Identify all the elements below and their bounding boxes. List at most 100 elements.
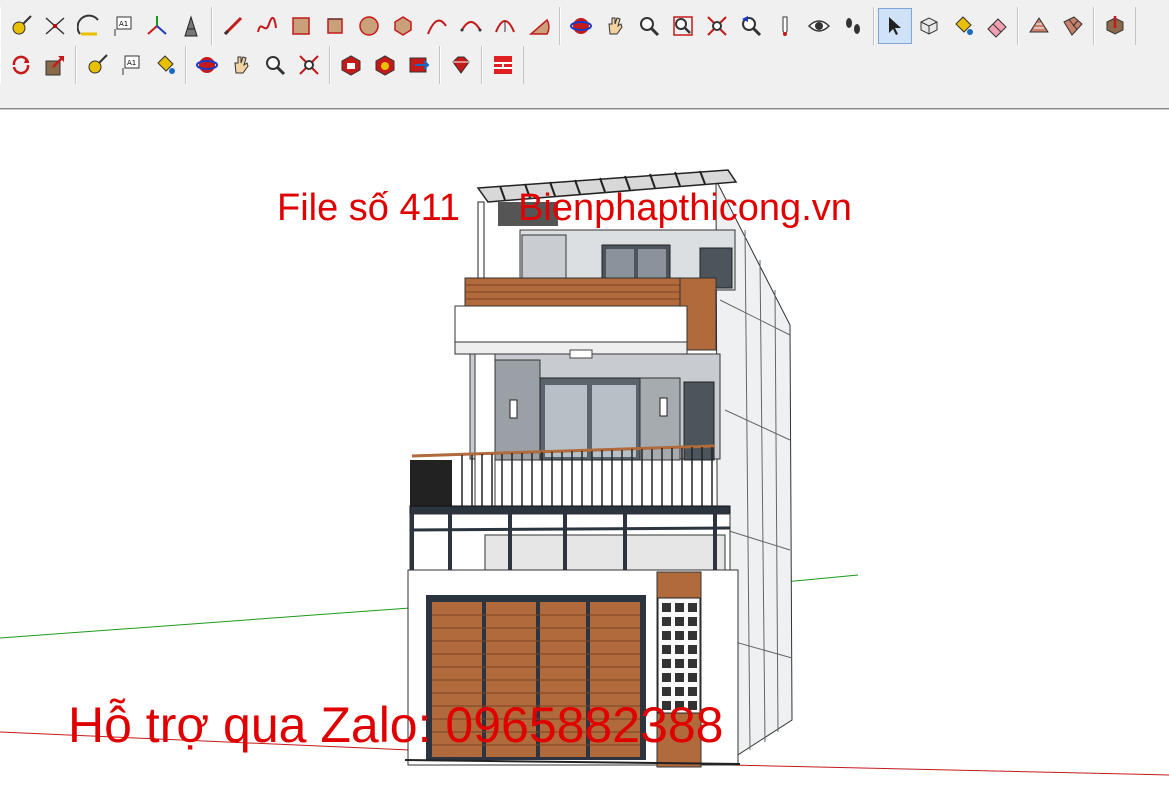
text-tool-button[interactable]: A1 — [114, 47, 148, 83]
file-watermark: File số 411 Bienphapthicong.vn — [277, 187, 852, 230]
toolbar-area: A1 A1 — [0, 0, 1169, 109]
text-icon: A1 — [122, 55, 140, 75]
model-viewport[interactable]: File số 411 Bienphapthicong.vn Hỗ trợ qua… — [0, 110, 1169, 800]
balcony-rail-left — [410, 460, 452, 508]
3d-warehouse-tool-button[interactable] — [334, 47, 368, 83]
toolbar-row-2: A1 — [0, 45, 524, 85]
polygon-tool-button[interactable] — [386, 8, 420, 44]
svg-text:A1: A1 — [127, 59, 136, 67]
text-tool-button[interactable]: A1 — [106, 8, 140, 44]
layout-tool-button[interactable] — [486, 47, 520, 83]
orbit-tool-button[interactable] — [190, 47, 224, 83]
eraser-tool-button[interactable] — [980, 8, 1014, 44]
paint-bucket-icon — [955, 16, 973, 35]
export-tool-button[interactable] — [1098, 8, 1132, 44]
row2-group-4 — [330, 46, 440, 84]
row2-group-2: A1 — [76, 46, 186, 84]
sandbox-from-scratch-icon — [1063, 16, 1083, 36]
row2-group-1 — [0, 46, 76, 84]
make-component-tool-button[interactable] — [912, 8, 946, 44]
axes-icon — [147, 16, 167, 35]
zoom-extents-icon — [299, 55, 319, 75]
extension-warehouse-tool-button[interactable] — [402, 47, 436, 83]
position-camera-tool-button[interactable] — [768, 8, 802, 44]
sandbox-from-contours-icon — [1029, 17, 1049, 33]
pie-icon — [529, 18, 550, 35]
pan-hand-icon — [234, 56, 249, 74]
zalo-watermark: Hỗ trợ qua Zalo: 0965882388 — [68, 697, 724, 753]
zoom-icon — [640, 17, 660, 37]
zoom-extents-icon — [707, 16, 727, 36]
look-around-eye-tool-button[interactable] — [802, 8, 836, 44]
make-component-icon — [920, 17, 938, 35]
text-icon: A1 — [114, 16, 132, 36]
dimension-tool-button[interactable] — [38, 8, 72, 44]
orbit-tool-button[interactable] — [564, 8, 598, 44]
dimension-icon — [45, 17, 65, 35]
circle-tool-button[interactable] — [352, 8, 386, 44]
previous-view-icon — [742, 16, 762, 37]
3d-text-tool-button[interactable] — [174, 8, 208, 44]
row1-group-6 — [1094, 7, 1136, 45]
pan-hand-tool-button[interactable] — [598, 8, 632, 44]
3d-warehouse-icon — [341, 55, 361, 76]
rotate-arrows-icon — [12, 55, 30, 75]
green-axis-left — [0, 607, 411, 639]
paint-bucket-icon — [157, 55, 175, 74]
sandbox-from-contours-tool-button[interactable] — [1022, 8, 1056, 44]
protractor-tool-button[interactable] — [72, 8, 106, 44]
paint-bucket-tool-button[interactable] — [148, 47, 182, 83]
push-pull-tool-button[interactable] — [38, 47, 72, 83]
row2-group-6 — [482, 46, 524, 84]
ruby-console-tool-button[interactable] — [444, 47, 478, 83]
zoom-icon — [266, 56, 286, 76]
pan-hand-tool-button[interactable] — [224, 47, 258, 83]
balcony-slab — [409, 505, 731, 515]
tape-measure-tool-button[interactable] — [4, 8, 38, 44]
zoom-window-icon — [673, 16, 693, 36]
two-point-arc-tool-button[interactable] — [454, 8, 488, 44]
row1-group-4 — [874, 7, 1018, 45]
paint-bucket-tool-button[interactable] — [946, 8, 980, 44]
zoom-extents-tool-button[interactable] — [292, 47, 326, 83]
pie-tool-button[interactable] — [522, 8, 556, 44]
zoom-tool-button[interactable] — [258, 47, 292, 83]
row1-group-3 — [560, 7, 874, 45]
zoom-extents-tool-button[interactable] — [700, 8, 734, 44]
circle-icon — [359, 16, 379, 36]
tape-measure-icon — [88, 54, 108, 74]
toolbar-row-1: A1 — [0, 6, 1136, 46]
polygon-icon — [394, 16, 412, 36]
orbit-icon — [570, 18, 592, 34]
row2-group-5 — [440, 46, 482, 84]
red-axis-right — [729, 764, 1169, 776]
layout-icon — [494, 56, 512, 74]
row1-group-5 — [1018, 7, 1094, 45]
orbit-icon — [196, 57, 218, 73]
previous-view-tool-button[interactable] — [734, 8, 768, 44]
tape-measure-tool-button[interactable] — [80, 47, 114, 83]
site-label: Bienphapthicong.vn — [518, 187, 852, 229]
share-model-tool-button[interactable] — [368, 47, 402, 83]
three-point-arc-tool-button[interactable] — [488, 8, 522, 44]
arc-tool-button[interactable] — [420, 8, 454, 44]
select-arrow-tool-button[interactable] — [878, 8, 912, 44]
two-point-arc-icon — [460, 21, 482, 32]
walk-footprints-tool-button[interactable] — [836, 8, 870, 44]
pan-hand-icon — [608, 17, 623, 35]
axes-tool-button[interactable] — [140, 8, 174, 44]
zoom-window-tool-button[interactable] — [666, 8, 700, 44]
row1-group-2 — [212, 7, 560, 45]
sandbox-from-scratch-tool-button[interactable] — [1056, 8, 1090, 44]
share-model-icon — [375, 55, 395, 76]
rectangle-tool-button[interactable] — [284, 8, 318, 44]
pencil-line-tool-button[interactable] — [216, 8, 250, 44]
tape-measure-icon — [12, 15, 32, 35]
export-icon — [1106, 16, 1124, 35]
freehand-tool-button[interactable] — [250, 8, 284, 44]
rotated-rectangle-tool-button[interactable] — [318, 8, 352, 44]
row1-group-1: A1 — [0, 7, 212, 45]
zoom-tool-button[interactable] — [632, 8, 666, 44]
push-pull-icon — [45, 56, 64, 76]
rotate-arrows-tool-button[interactable] — [4, 47, 38, 83]
